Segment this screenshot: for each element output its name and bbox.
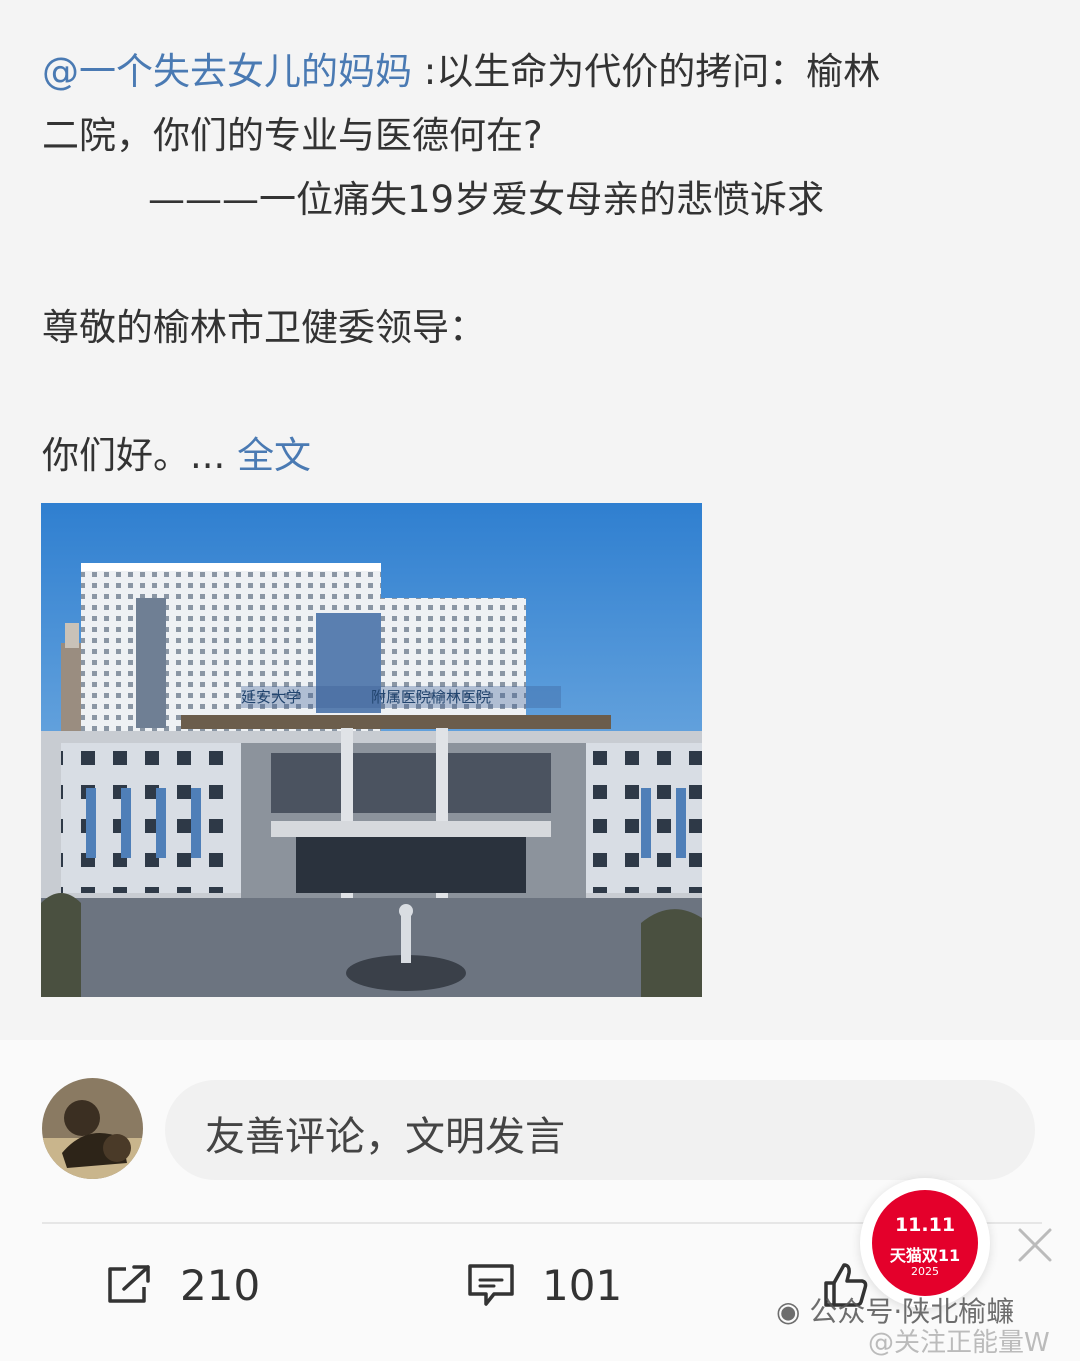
promo-top: 11.11 [894,1214,956,1236]
post-area: @一个失去女儿的妈妈 :以生命为代价的拷问：榆林 二院，你们的专业与医德何在? … [0,0,1080,1040]
post-title-line2: 二院，你们的专业与医德何在? [42,114,543,157]
tmall-logo: 11.11 天猫双11 2025 [872,1190,978,1296]
post-subtitle: ———一位痛失19岁爱女母亲的悲愤诉求 [148,178,825,221]
hospital-photo-illustration: 延安大学 附属医院榆林医院 [41,503,702,997]
full-text-link[interactable]: 全文 [237,434,311,477]
repost-count: 210 [180,1260,261,1310]
post-title-text: :以生命为代价的拷问：榆林 [412,50,881,93]
mention-link[interactable]: @一个失去女儿的妈妈 [42,50,412,93]
weibo-watermark: @关注正能量W [868,1328,1050,1358]
post-salutation: 尊敬的榆林市卫健委领导： [42,306,486,349]
hospital-photo[interactable]: 延安大学 附属医院榆林医院 [41,503,702,997]
close-icon[interactable] [1012,1222,1058,1268]
avatar-image [42,1078,143,1179]
comment-input[interactable]: 友善评论，文明发言 [165,1080,1035,1180]
wechat-icon: ◉ [776,1295,801,1328]
post-text: @一个失去女儿的妈妈 :以生命为代价的拷问：榆林 二院，你们的专业与医德何在? … [42,40,1042,488]
signage-text-left: 延安大学 [241,688,301,706]
comment-input-placeholder: 友善评论，文明发言 [205,1114,565,1160]
signage-text-right: 附属医院榆林医院 [371,688,491,706]
user-avatar[interactable] [42,1078,143,1179]
tmall-promo-badge[interactable]: 11.11 天猫双11 2025 [860,1178,990,1308]
promo-name: 天猫双11 [889,1246,961,1265]
post-title-line1: @一个失去女儿的妈妈 :以生命为代价的拷问：榆林 [42,40,1042,104]
comment-button[interactable]: 101 [466,1255,622,1315]
post-greeting-line: 你们好。... 全文 [42,424,1042,488]
post-greeting: 你们好。... [42,434,226,477]
repost-button[interactable]: 210 [104,1255,260,1315]
comment-icon [468,1264,514,1306]
repost-icon [108,1265,150,1303]
promo-year: 2025 [911,1265,939,1278]
comment-count: 101 [542,1260,623,1310]
